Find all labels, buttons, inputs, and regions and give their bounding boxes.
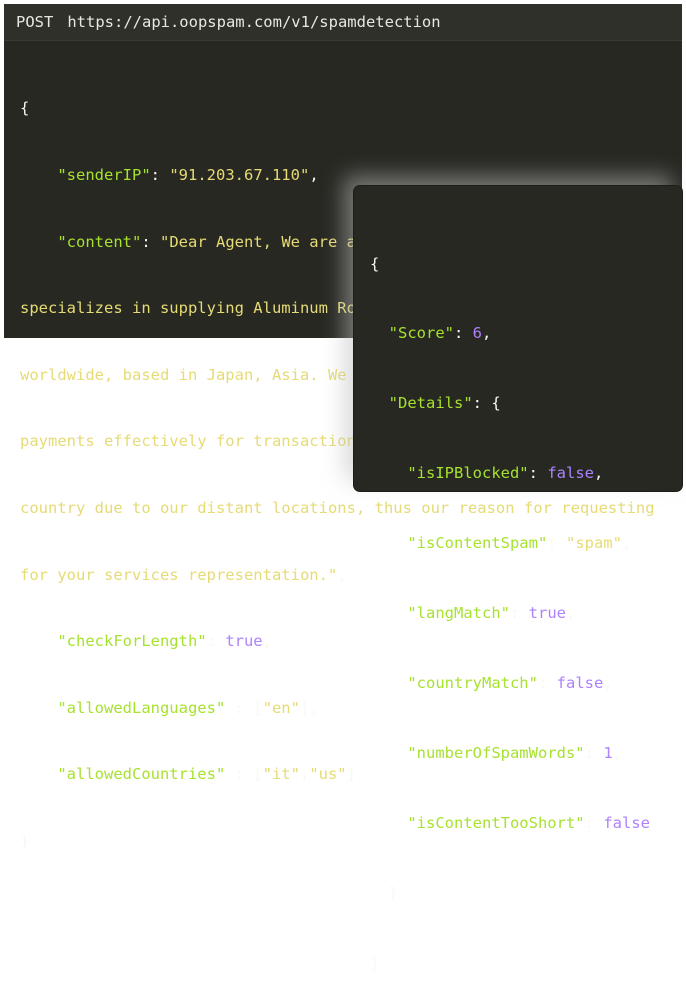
endpoint-url: https://api.oopspam.com/v1/spamdetection [67, 13, 441, 31]
value-iscontenttooshort: false [603, 813, 650, 832]
response-open-brace: { [370, 254, 380, 273]
value-langmatch: true [528, 604, 566, 623]
response-line-numberofspamwords: "numberOfSpamWords": 1, [407, 743, 622, 762]
response-line-details: "Details": { [388, 394, 501, 413]
key-langmatch: "langMatch" [407, 604, 510, 623]
http-method: POST [16, 13, 54, 31]
value-countrymatch: false [556, 673, 604, 692]
response-line-iscontenttooshort: "isContentTooShort": false [407, 813, 650, 832]
response-details-close: } [388, 883, 399, 902]
value-numberofspamwords: 1 [603, 743, 613, 762]
key-allowedlanguages: "allowedLanguages" [57, 698, 226, 717]
key-iscontenttooshort: "isContentTooShort" [407, 813, 585, 832]
value-content-6: for your services representation." [20, 565, 338, 584]
value-allowedlanguages: "en" [262, 698, 300, 717]
key-senderip: "senderIP" [57, 166, 151, 184]
key-iscontentspam: "isContentSpam" [407, 534, 548, 553]
response-body: { "Score": 6, "Details": { "isIPBlocked"… [354, 186, 682, 990]
key-isipblocked: "isIPBlocked" [407, 464, 529, 483]
value-iscontentspam: "spam" [565, 534, 622, 553]
value-score: 6 [472, 324, 483, 343]
key-countrymatch: "countryMatch" [407, 673, 538, 692]
request-open-brace: { [20, 99, 30, 118]
value-checkforlength: true [225, 632, 263, 651]
value-allowedcountries-2: "us" [309, 765, 347, 784]
value-senderip: "91.203.67.110" [169, 166, 310, 184]
response-line-iscontentspam: "isContentSpam": "spam", [407, 534, 632, 553]
key-content: "content" [57, 232, 142, 251]
key-allowedcountries: "allowedCountries" [57, 765, 226, 784]
response-line-countrymatch: "countryMatch": false, [407, 673, 613, 692]
key-numberofspamwords: "numberOfSpamWords" [407, 743, 585, 762]
key-details: "Details" [388, 394, 473, 413]
response-line-isipblocked: "isIPBlocked": false, [407, 464, 604, 483]
value-isipblocked: false [547, 464, 594, 483]
response-line-langmatch: "langMatch": true, [407, 604, 576, 623]
key-checkforlength: "checkForLength" [57, 632, 207, 651]
request-header: POST https://api.oopspam.com/v1/spamdetec… [4, 4, 682, 41]
key-score: "Score" [388, 324, 454, 343]
response-line-score: "Score": 6, [388, 324, 492, 343]
request-line-senderip: "senderIP": "91.203.67.110", [57, 166, 319, 184]
response-code-panel: { "Score": 6, "Details": { "isIPBlocked"… [354, 186, 682, 972]
response-close-brace: } [370, 953, 380, 972]
value-allowedcountries-1: "it" [262, 765, 300, 784]
